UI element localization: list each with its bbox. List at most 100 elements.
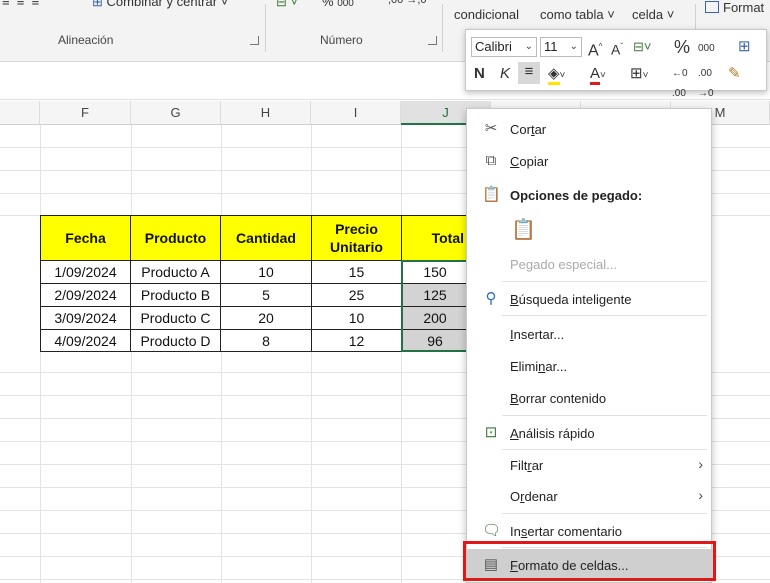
column-header-i[interactable]: I — [311, 101, 401, 125]
menu-item-quick-analysis[interactable]: ⊡ Análisis rápido — [467, 419, 713, 447]
column-header-f[interactable]: F — [40, 101, 131, 125]
ribbon-separator — [442, 4, 443, 52]
table-cell-price[interactable]: 10 — [311, 306, 402, 330]
table-cell-date[interactable]: 1/09/2024 — [40, 260, 131, 284]
table-cell-product[interactable]: Producto B — [130, 283, 221, 307]
decimal-buttons[interactable]: ,00 →,0 — [388, 0, 427, 6]
format-painter-icon[interactable]: ✎ — [728, 64, 741, 84]
merge-center-button[interactable]: ⊞ Combinar y centrar ˅ — [92, 0, 228, 10]
table-cell-price[interactable]: 12 — [311, 329, 402, 352]
format-icon — [705, 1, 719, 13]
label-part: ar — [534, 122, 547, 137]
font-name-select[interactable]: Calibri ⌄ — [471, 37, 537, 57]
row-header-corner[interactable] — [0, 101, 40, 125]
menu-item-insert[interactable]: Insertar... — [467, 320, 713, 348]
header-total[interactable]: Total — [401, 215, 469, 261]
cell-styles-button[interactable]: celda ˅ — [632, 7, 674, 22]
label-part: Cor — [510, 122, 531, 137]
merge-cells-icon[interactable]: ⊞ — [738, 37, 751, 57]
increase-font-icon[interactable]: A^ — [588, 37, 602, 61]
header-precio-unitario[interactable]: Precio Unitario — [311, 215, 402, 261]
access-key: A — [510, 426, 519, 441]
paste-special-label: Pegado especial... — [510, 257, 617, 272]
align-center-icon[interactable]: ≡ — [518, 62, 540, 84]
alignment-launcher-icon[interactable] — [250, 36, 259, 45]
menu-item-delete[interactable]: Eliminar... — [467, 352, 713, 380]
alignment-group-label: Alineación — [58, 33, 114, 47]
table-cell-product[interactable]: Producto C — [130, 306, 221, 330]
menu-item-label: Análisis rápido — [510, 426, 595, 441]
table-cell-date[interactable]: 2/09/2024 — [40, 283, 131, 307]
percent-button[interactable]: % — [674, 37, 690, 57]
column-header-h[interactable]: H — [221, 101, 311, 125]
copy-icon: ⧉ — [485, 152, 497, 169]
menu-item-label: Búsqueda inteligente — [510, 292, 631, 307]
table-cell-quantity[interactable]: 5 — [220, 283, 312, 307]
menu-item-clear-contents[interactable]: Borrar contenido — [467, 384, 713, 412]
column-header-g[interactable]: G — [131, 101, 221, 125]
label-part: ar... — [545, 359, 568, 374]
menu-item-label: Copiar — [510, 154, 548, 169]
header-cantidad[interactable]: Cantidad — [220, 215, 312, 261]
table-cell-price[interactable]: 15 — [311, 260, 402, 284]
format-button[interactable]: Format — [705, 0, 764, 20]
selection-border — [401, 260, 469, 352]
mini-toolbar: Calibri ⌄ 11 ⌄ A^ Aˇ ⊟˅ % 000 ⊞ N K ≡ ◈˅ A… — [465, 29, 767, 99]
number-group-label: Número — [320, 33, 363, 47]
fill-color-icon[interactable]: ◈˅ — [548, 64, 565, 86]
table-cell-product[interactable]: Producto D — [130, 329, 221, 352]
menu-separator — [502, 315, 707, 316]
menu-item-sort[interactable]: Ordenar › — [467, 482, 713, 510]
merge-icon: ⊞ — [92, 0, 103, 9]
increase-decimals-icon[interactable]: ←0.00 — [672, 64, 688, 104]
as-table-label: como tabla — [540, 7, 604, 22]
number-format-icon[interactable]: ⊟˅ — [633, 37, 651, 57]
table-cell-product[interactable]: Producto A — [130, 260, 221, 284]
thousands-separator-button[interactable]: 000 — [698, 39, 715, 59]
grid-line — [131, 125, 132, 583]
align-buttons[interactable]: ≡ ≡ ≡ — [2, 0, 39, 9]
label-part: opiar — [519, 154, 549, 169]
header-fecha[interactable]: Fecha — [40, 215, 131, 261]
menu-item-filter[interactable]: Filtrar › — [467, 451, 713, 479]
decrease-font-icon[interactable]: Aˇ — [611, 37, 623, 60]
menu-item-label: Filtrar — [510, 458, 543, 473]
font-size-select[interactable]: 11 ⌄ — [540, 37, 582, 57]
table-cell-quantity[interactable]: 8 — [220, 329, 312, 352]
italic-button[interactable]: K — [500, 64, 510, 84]
menu-item-smart-search[interactable]: ⚲ Búsqueda inteligente — [467, 285, 713, 313]
table-cell-quantity[interactable]: 20 — [220, 306, 312, 330]
paste-icon: 📋 — [511, 219, 536, 241]
label-part: O — [510, 489, 521, 504]
number-format-icon[interactable]: ⊟ ˅ — [276, 0, 298, 10]
conditional-format-button[interactable]: condicional — [454, 7, 519, 22]
access-key: B — [510, 391, 519, 406]
conditional-label: condicional — [454, 7, 520, 22]
table-cell-price[interactable]: 25 — [311, 283, 402, 307]
menu-separator — [502, 415, 707, 416]
paste-option-button[interactable]: 📋 — [467, 215, 713, 249]
bold-button[interactable]: N — [474, 64, 485, 84]
table-cell-quantity[interactable]: 10 — [220, 260, 312, 284]
comment-icon: 🗨 — [482, 522, 502, 539]
header-producto[interactable]: Producto — [130, 215, 221, 261]
menu-item-cut[interactable]: ✂ Cortar — [467, 115, 713, 143]
menu-separator — [502, 281, 707, 282]
borders-icon[interactable]: ⊞˅ — [630, 64, 648, 86]
format-as-table-button[interactable]: como tabla ˅ — [540, 7, 615, 22]
label-part: Filt — [510, 458, 528, 473]
decrease-decimals-icon[interactable]: .00 →0 — [698, 64, 714, 104]
cell-label: celda — [632, 7, 664, 22]
menu-item-paste-special[interactable]: Pegado especial... — [467, 250, 713, 278]
table-cell-date[interactable]: 4/09/2024 — [40, 329, 131, 352]
excel-window: ≡ ≡ ≡ ⊞ Combinar y centrar ˅ Alineación … — [0, 0, 770, 583]
font-color-icon[interactable]: A˅ — [590, 64, 606, 86]
table-cell-date[interactable]: 3/09/2024 — [40, 306, 131, 330]
font-size-value: 11 — [544, 39, 558, 54]
grid-line — [311, 125, 312, 583]
percent-button[interactable]: % 000 — [322, 0, 354, 9]
search-icon: ⚲ — [485, 290, 497, 307]
menu-item-copy[interactable]: ⧉ Copiar — [467, 147, 713, 175]
number-launcher-icon[interactable] — [428, 36, 437, 45]
context-menu: ✂ Cortar ⧉ Copiar 📋 Opciones de pegado: … — [466, 108, 713, 583]
